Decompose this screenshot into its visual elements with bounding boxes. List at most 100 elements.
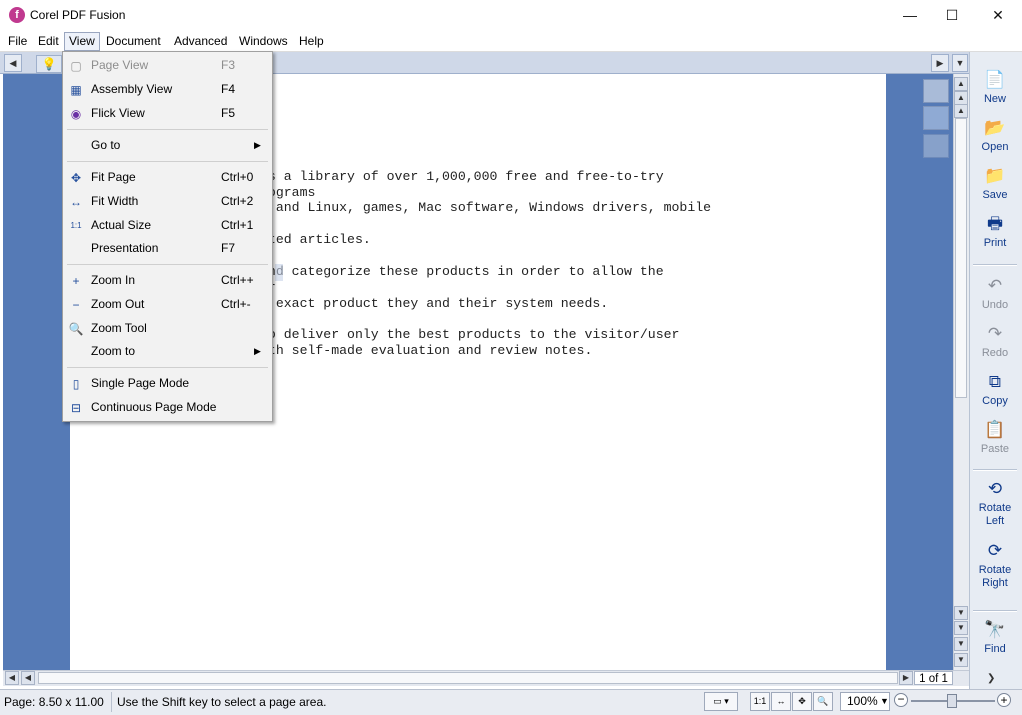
fit-width-icon[interactable]: ↔: [771, 692, 791, 711]
horizontal-scroll-thumb[interactable]: [38, 672, 898, 684]
assembly-view-toggle-icon[interactable]: [923, 79, 949, 103]
scroll-end-icon[interactable]: ▼: [954, 653, 968, 667]
page-view-toggle-icon[interactable]: [923, 134, 949, 158]
scroll-top-icon[interactable]: ▲: [954, 77, 968, 91]
menu-item-label: Go to: [91, 138, 121, 152]
text-cursor-highlight: [275, 264, 283, 281]
scroll-left-step-icon[interactable]: ◀: [21, 671, 35, 685]
fit-page-icon[interactable]: ✥: [792, 692, 812, 711]
menu-item-label: Assembly View: [91, 82, 173, 96]
new-button[interactable]: 📄 New: [972, 69, 1018, 105]
doc-text-line: to deliver only the best products to the…: [260, 327, 680, 342]
menu-item-shortcut: Ctrl+1: [221, 218, 254, 232]
scroll-left-icon[interactable]: ◀: [5, 671, 19, 685]
menu-item-actual-size[interactable]: 1:1 Actual Size Ctrl+1: [64, 214, 270, 237]
menu-item-zoom-tool[interactable]: 🔍 Zoom Tool: [64, 317, 270, 340]
menu-item-zoom-in[interactable]: + Zoom In Ctrl++: [64, 269, 270, 292]
menu-item-fit-page[interactable]: ✥ Fit Page Ctrl+0: [64, 166, 270, 189]
plus-icon: +: [72, 274, 80, 288]
paste-label: Paste: [980, 443, 1010, 455]
window-title: Corel PDF Fusion: [30, 8, 126, 22]
zoom-slider-thumb[interactable]: [947, 694, 957, 708]
menu-advanced[interactable]: Advanced: [170, 33, 231, 50]
corel-app-icon: f: [9, 7, 25, 23]
menu-item-shortcut: F3: [221, 58, 236, 72]
find-button[interactable]: 🔭 Find: [972, 619, 1018, 655]
panel-divider: [973, 610, 1017, 612]
menu-item-assembly-view[interactable]: ▦ Assembly View F4: [64, 78, 270, 101]
zoom-dropdown-icon[interactable]: ▼: [880, 692, 889, 711]
tab-scroll-left-icon[interactable]: ◀: [4, 54, 22, 72]
menu-view[interactable]: View: [64, 32, 100, 51]
menu-item-continuous-page-mode[interactable]: ⊟ Continuous Page Mode: [64, 396, 270, 419]
magnifier-icon: 🔍: [68, 322, 84, 336]
menu-file[interactable]: File: [4, 33, 31, 50]
menu-item-label: Page View: [91, 58, 149, 72]
minus-icon: −: [72, 298, 80, 312]
menu-item-flick-view[interactable]: ◉ Flick View F5: [64, 102, 270, 125]
zoom-out-icon[interactable]: −: [894, 693, 908, 707]
scroll-right-icon[interactable]: ▶: [899, 671, 913, 685]
undo-button[interactable]: ↶ Undo: [972, 275, 1018, 311]
save-button[interactable]: 📁 Save: [972, 165, 1018, 201]
hint-status: Use the Shift key to select a page area.: [117, 695, 327, 709]
scroll-page-up-icon[interactable]: ▲: [954, 91, 968, 105]
menu-item-label: Actual Size: [91, 218, 152, 232]
flick-view-toggle-icon[interactable]: [923, 106, 949, 130]
panel-expand-icon[interactable]: ❯: [987, 673, 995, 684]
menu-item-go-to[interactable]: Go to ▶: [64, 134, 270, 157]
zoom-tool-icon[interactable]: 🔍: [813, 692, 833, 711]
menu-item-label: Zoom Out: [91, 297, 145, 311]
doc-text-line: is a library of over 1,000,000 free and …: [260, 169, 664, 184]
vertical-scroll-thumb[interactable]: [955, 118, 967, 398]
assembly-view-icon: ▦: [70, 83, 82, 97]
redo-button[interactable]: ↷ Redo: [972, 323, 1018, 359]
document-tab[interactable]: 💡: [36, 55, 62, 73]
page-view-icon: ▢: [70, 59, 82, 73]
menu-item-zoom-to[interactable]: Zoom to ▶: [64, 340, 270, 363]
copy-label: Copy: [982, 395, 1008, 407]
close-button[interactable]: ✕: [975, 0, 1021, 31]
save-label: Save: [982, 189, 1008, 201]
menu-item-zoom-out[interactable]: − Zoom Out Ctrl+-: [64, 293, 270, 316]
page-mode-dropdown[interactable]: ▭ ▾: [704, 692, 738, 711]
menu-windows[interactable]: Windows: [235, 33, 292, 50]
actual-size-icon[interactable]: 1:1: [750, 692, 770, 711]
scroll-bottom-icon[interactable]: ▼: [954, 637, 968, 651]
open-label: Open: [981, 141, 1009, 153]
redo-icon: ↷: [987, 324, 1003, 343]
menu-item-page-view[interactable]: ▢ Page View F3: [64, 54, 270, 77]
tab-scroll-right-icon[interactable]: ▶: [931, 54, 949, 72]
menu-item-shortcut: Ctrl+2: [221, 194, 254, 208]
rotate-right-button[interactable]: ⟳ Rotate Right: [972, 540, 1018, 590]
menu-item-label: Fit Page: [91, 170, 136, 184]
submenu-arrow-icon: ▶: [254, 346, 261, 356]
menu-edit[interactable]: Edit: [34, 33, 63, 50]
open-folder-icon: 📂: [984, 118, 1006, 137]
continuous-page-icon: ⊟: [70, 401, 82, 415]
scroll-up-icon[interactable]: ▲: [954, 104, 968, 118]
menu-help[interactable]: Help: [295, 33, 328, 50]
maximize-button[interactable]: ☐: [929, 0, 975, 31]
printer-icon: 🖶: [986, 214, 1004, 233]
minimize-button[interactable]: —: [887, 0, 933, 31]
menu-item-shortcut: Ctrl+-: [221, 297, 251, 311]
menu-item-presentation[interactable]: Presentation F7: [64, 237, 270, 260]
menu-item-single-page-mode[interactable]: ▯ Single Page Mode: [64, 372, 270, 395]
menu-item-label: Fit Width: [91, 194, 139, 208]
title-bar: [0, 0, 1022, 31]
paste-button[interactable]: 📋 Paste: [972, 419, 1018, 455]
rotate-left-button[interactable]: ⟲ Rotate Left: [972, 478, 1018, 528]
menu-document[interactable]: Document: [102, 33, 165, 50]
open-button[interactable]: 📂 Open: [972, 117, 1018, 153]
menu-item-label: Zoom In: [91, 273, 136, 287]
scroll-down-icon[interactable]: ▼: [954, 606, 968, 620]
menu-item-fit-width[interactable]: ↔ Fit Width Ctrl+2: [64, 190, 270, 213]
menu-separator: [67, 367, 268, 368]
scroll-page-down-icon[interactable]: ▼: [954, 621, 968, 635]
copy-button[interactable]: ⧉ Copy: [972, 371, 1018, 407]
tab-list-icon[interactable]: ▼: [952, 54, 968, 72]
zoom-in-icon[interactable]: +: [997, 693, 1011, 707]
fit-page-icon: ✥: [70, 171, 82, 185]
print-button[interactable]: 🖶 Print: [972, 213, 1018, 249]
